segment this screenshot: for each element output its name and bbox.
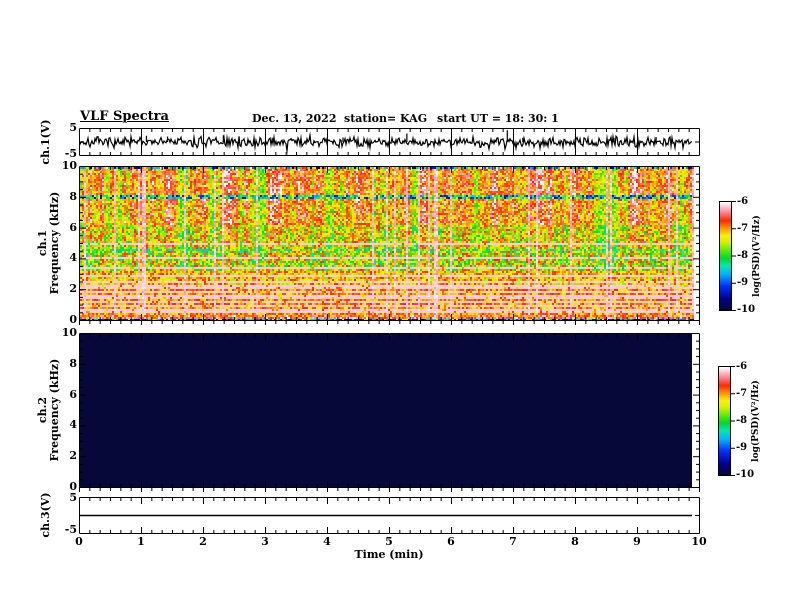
time-tick-label: 9 [633, 535, 641, 548]
start-time-label: start UT = 18: 30: 1 [437, 112, 559, 125]
colorbar1-tick-label: -6 [737, 196, 749, 207]
time-tick-label: 7 [509, 535, 517, 548]
ch2-freq-tick-label: 6 [69, 387, 77, 401]
colorbar2-tick-label: -6 [736, 361, 748, 372]
time-tick-label: 5 [385, 535, 393, 548]
ch1-freq-tick-label: 6 [69, 220, 77, 234]
ch1-frequency-axis-label: ch.1 Frequency (kHz) [36, 191, 61, 295]
time-tick-label: 1 [137, 535, 145, 548]
colorbar1-label: log(PSD)(V²/Hz) [752, 215, 762, 297]
time-tick-label: 8 [571, 535, 579, 548]
vlf-spectra-figure: VLF Spectra Dec. 13, 2022 station= KAG s… [0, 0, 792, 612]
time-tick-label: 0 [75, 535, 83, 548]
ch3-ytick-label: 5 [69, 491, 77, 504]
date-label: Dec. 13, 2022 [252, 112, 337, 125]
colorbar1-tick-label: -9 [737, 277, 749, 288]
ch3-waveform-panel [79, 497, 700, 534]
colorbar-ch1 [719, 201, 739, 311]
time-tick-label: 10 [691, 535, 707, 548]
time-tick-label: 4 [323, 535, 331, 548]
ch2-freq-tick-label: 10 [61, 326, 77, 339]
colorbar2-tick-label: -7 [736, 388, 748, 399]
ch1-freq-tick-label: 10 [61, 159, 77, 172]
ch1-freq-tick-label: 2 [69, 282, 77, 296]
ch2-freq-tick-label: 8 [69, 356, 77, 370]
figure-title: VLF Spectra [80, 109, 169, 124]
colorbar2-tick-label: -9 [736, 442, 748, 453]
colorbar1-tick-label: -10 [737, 304, 756, 315]
ch2-freq-tick-label: 4 [69, 418, 77, 432]
colorbar2-label: log(PSD)(V²/Hz) [751, 380, 761, 462]
station-label: station= KAG [344, 112, 428, 125]
ch1-freq-tick-label: 8 [69, 189, 77, 203]
ch1-spectrogram-panel [79, 166, 700, 326]
time-tick-label: 2 [199, 535, 207, 548]
colorbar1-tick-label: -7 [737, 223, 749, 234]
time-tick-label: 6 [447, 535, 455, 548]
ch3-ytick-label: -5 [64, 523, 77, 536]
time-axis-label: Time (min) [354, 548, 424, 561]
ch1-freq-tick-label: 0 [69, 313, 77, 326]
colorbar2-tick-label: -8 [736, 415, 748, 426]
ch1-ytick-label: 5 [69, 121, 77, 134]
time-tick-label: 3 [261, 535, 269, 548]
ch2-freq-tick-label: 2 [69, 449, 77, 463]
colorbar1-tick-label: -8 [737, 250, 749, 261]
ch2-frequency-axis-label: ch.2 Frequency (kHz) [36, 358, 61, 462]
ch2-spectrogram-panel [79, 333, 700, 493]
colorbar-ch2 [718, 366, 738, 476]
ch1-freq-tick-label: 4 [69, 251, 77, 265]
ch2-freq-tick-label: 0 [69, 480, 77, 493]
colorbar2-tick-label: -10 [736, 469, 755, 480]
ch1-waveform-panel [79, 128, 700, 156]
